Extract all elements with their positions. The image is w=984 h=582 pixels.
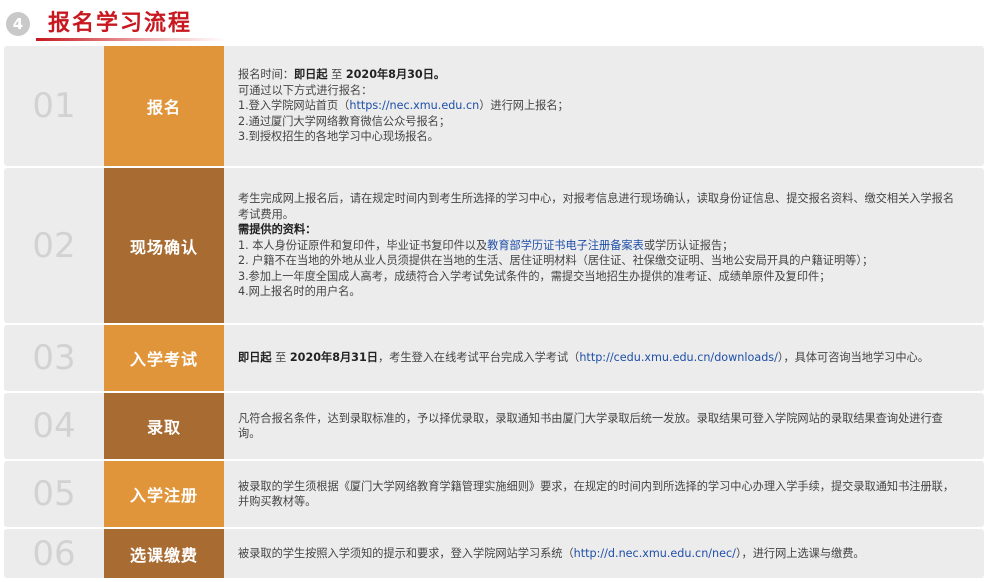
text-link[interactable]: http://cedu.xmu.edu.cn/downloads/ <box>579 351 778 364</box>
step-label-course-payment: 选课缴费 <box>104 529 224 578</box>
text-segment: 被录取的学生按照入学须知的提示和要求，登入学院网站学习系统（ <box>238 546 574 560</box>
step-number: 06 <box>32 533 76 574</box>
description-line: 4.网上报名时的用户名。 <box>238 284 964 300</box>
description-line: 考生完成网上报名后，请在规定时间内到考生所选择的学习中心，对报考信息进行现场确认… <box>238 191 964 222</box>
step-row-01: 01 报名 报名时间：即日起 至 2020年8月30日。 可通过以下方式进行报名：… <box>4 46 984 166</box>
text-segment: ），具体可咨询当地学习中心。 <box>777 351 929 365</box>
text-segment: 2.通过厦门大学网络教育微信公众号报名； <box>238 114 451 128</box>
text-link[interactable]: https://nec.xmu.edu.cn <box>349 99 479 112</box>
text-segment: 凡符合报名条件，达到录取标准的，予以择优录取，录取通知书由厦门大学录取后统一发放… <box>238 411 943 441</box>
description-line: 即日起 至 2020年8月31日，考生登入在线考试平台完成入学考试（http:/… <box>238 350 964 366</box>
description-line: 1.登入学院网站首页（https://nec.xmu.edu.cn）进行网上报名… <box>238 98 964 114</box>
step-row-05: 05 入学注册 被录取的学生须根据《厦门大学网络教育学籍管理实施细则》要求，在规… <box>4 461 984 527</box>
text-segment: 至 <box>271 351 290 365</box>
step-row-06: 06 选课缴费 被录取的学生按照入学须知的提示和要求，登入学院网站学习系统（ht… <box>4 529 984 578</box>
text-segment: 3.到授权招生的各地学习中心现场报名。 <box>238 130 439 144</box>
text-segment: 1.登入学院网站首页（ <box>238 99 350 113</box>
bold-text: 2020年8月30日。 <box>345 68 446 82</box>
step-label-onsite-confirm: 现场确认 <box>104 168 224 323</box>
step-description: 报名时间：即日起 至 2020年8月30日。 可通过以下方式进行报名： 1.登入学院… <box>224 46 984 166</box>
step-number: 01 <box>32 86 76 126</box>
step-description: 凡符合报名条件，达到录取标准的，予以择优录取，录取通知书由厦门大学录取后统一发放… <box>224 393 984 459</box>
text-segment: 或学历认证报告； <box>643 238 734 252</box>
step-label-admission: 录取 <box>104 393 224 459</box>
step-number: 02 <box>32 225 76 266</box>
text-segment: 3.参加上一年度全国成人高考，成绩符合入学考试免试条件的，需提交当地招生办提供的… <box>238 269 831 283</box>
step-number: 03 <box>32 338 76 378</box>
description-line: 被录取的学生须根据《厦门大学网络教育学籍管理实施细则》要求，在规定的时间内到所选… <box>238 479 964 510</box>
text-link[interactable]: 教育部学历证书电子注册备案表 <box>487 239 644 252</box>
step-number-badge: 4 <box>6 12 30 36</box>
description-line: 1. 本人身份证原件和复印件，毕业证书复印件以及教育部学历证书电子注册备案表或学… <box>238 238 964 254</box>
step-description: 考生完成网上报名后，请在规定时间内到考生所选择的学习中心，对报考信息进行现场确认… <box>224 168 984 323</box>
bold-text: 需提供的资料： <box>238 223 317 237</box>
title-underline <box>36 38 226 41</box>
description-line: 3.参加上一年度全国成人高考，成绩符合入学考试免试条件的，需提交当地招生办提供的… <box>238 269 964 285</box>
step-description: 被录取的学生按照入学须知的提示和要求，登入学院网站学习系统（http://d.n… <box>224 529 984 578</box>
description-line: 凡符合报名条件，达到录取标准的，予以择优录取，录取通知书由厦门大学录取后统一发放… <box>238 411 964 442</box>
step-description: 即日起 至 2020年8月31日，考生登入在线考试平台完成入学考试（http:/… <box>224 325 984 391</box>
section-header: 4 报名学习流程 <box>0 0 984 42</box>
text-segment: 4.网上报名时的用户名。 <box>238 285 361 299</box>
description-line: 报名时间：即日起 至 2020年8月30日。 <box>238 67 964 83</box>
text-segment: 可通过以下方式进行报名： <box>238 83 373 97</box>
description-line: 3.到授权招生的各地学习中心现场报名。 <box>238 129 964 145</box>
step-number: 05 <box>32 474 76 514</box>
text-segment: 被录取的学生须根据《厦门大学网络教育学籍管理实施细则》要求，在规定的时间内到所选… <box>238 479 955 509</box>
text-segment: 考生完成网上报名后，请在规定时间内到考生所选择的学习中心，对报考信息进行现场确认… <box>238 192 955 221</box>
step-label-entrance-exam: 入学考试 <box>104 325 224 391</box>
step-row-04: 04 录取 凡符合报名条件，达到录取标准的，予以择优录取，录取通知书由厦门大学录… <box>4 393 984 459</box>
text-segment: ）进行网上报名； <box>479 99 569 113</box>
step-row-03: 03 入学考试 即日起 至 2020年8月31日，考生登入在线考试平台完成入学考… <box>4 325 984 391</box>
bold-text: 即日起 <box>293 68 328 82</box>
text-segment: 至 <box>327 68 346 82</box>
text-link[interactable]: http://d.nec.xmu.edu.cn/nec/ <box>574 547 736 560</box>
text-segment: 报名时间： <box>238 68 294 82</box>
description-line: 被录取的学生按照入学须知的提示和要求，登入学院网站学习系统（http://d.n… <box>238 546 964 562</box>
bold-text: 2020年8月31日 <box>289 351 378 365</box>
description-line: 2.通过厦门大学网络教育微信公众号报名； <box>238 114 964 130</box>
description-line: 需提供的资料： <box>238 222 964 238</box>
text-segment: 2. 户籍不在当地的外地从业人员须提供在当地的生活、居住证明材料（居住证、社保缴… <box>238 254 874 268</box>
bold-text: 即日起 <box>238 351 272 365</box>
step-number: 04 <box>32 406 76 446</box>
description-line: 2. 户籍不在当地的外地从业人员须提供在当地的生活、居住证明材料（居住证、社保缴… <box>238 253 964 269</box>
step-description: 被录取的学生须根据《厦门大学网络教育学籍管理实施细则》要求，在规定的时间内到所选… <box>224 461 984 527</box>
step-label-enrollment: 入学注册 <box>104 461 224 527</box>
description-line: 可通过以下方式进行报名： <box>238 83 964 99</box>
text-segment: ），进行网上选课与缴费。 <box>735 546 865 560</box>
text-segment: ，考生登入在线考试平台完成入学考试（ <box>377 351 580 365</box>
section-title: 报名学习流程 <box>48 11 193 36</box>
step-row-02: 02 现场确认 考生完成网上报名后，请在规定时间内到考生所选择的学习中心，对报考… <box>4 168 984 323</box>
step-label-register: 报名 <box>104 46 224 166</box>
text-segment: 1. 本人身份证原件和复印件，毕业证书复印件以及 <box>238 238 488 252</box>
